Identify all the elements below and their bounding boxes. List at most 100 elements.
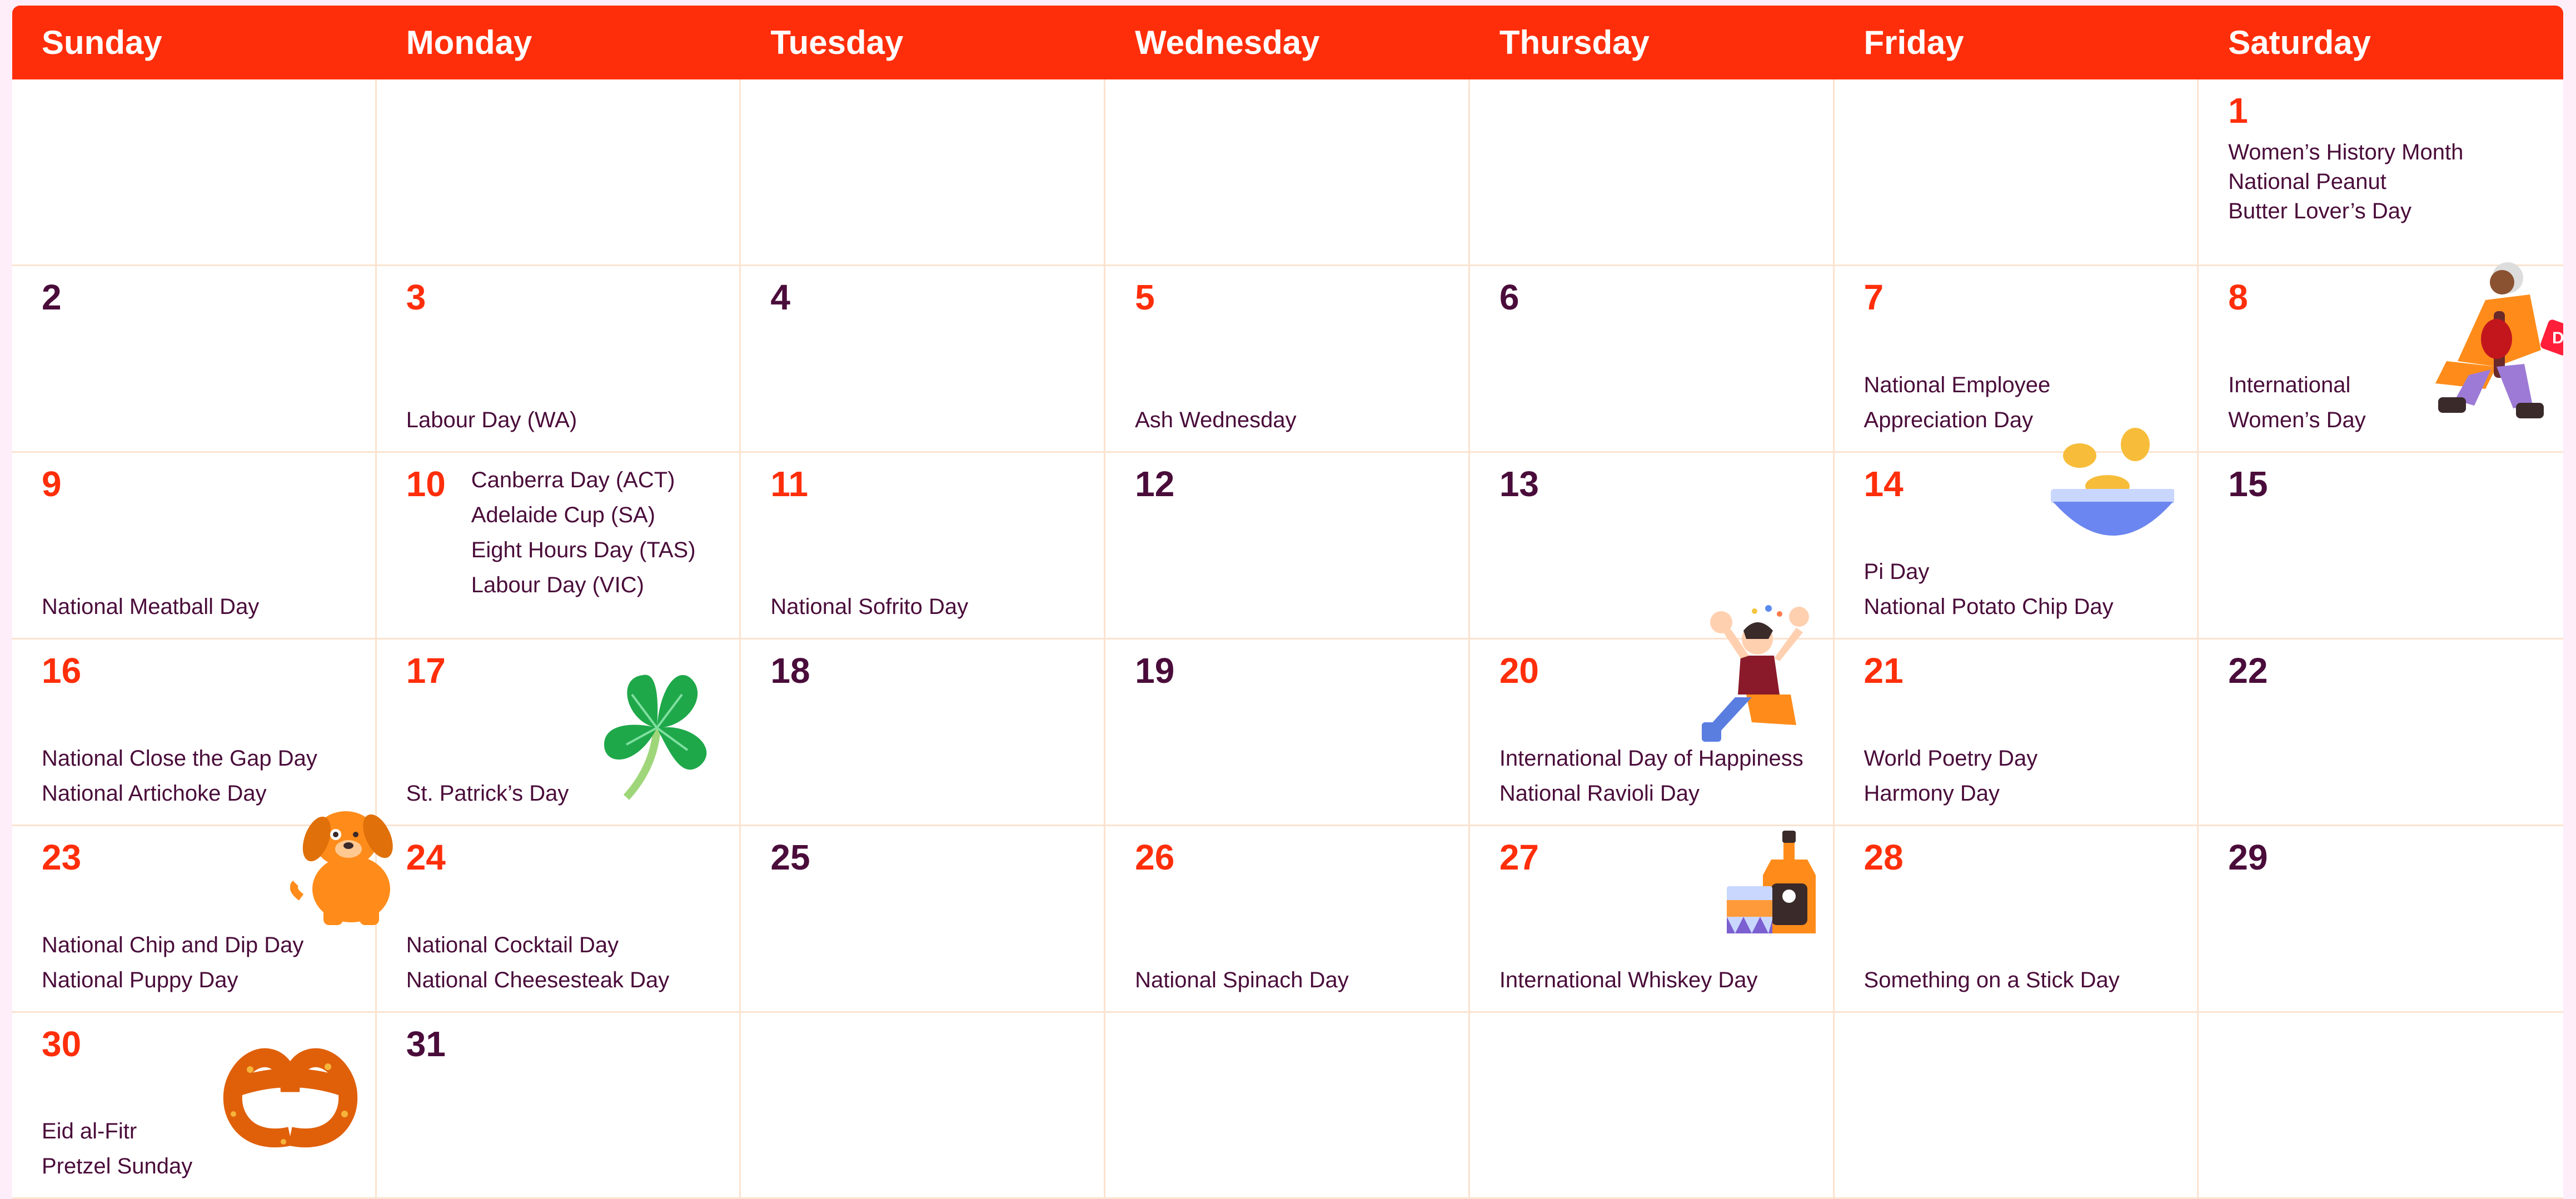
day-number: 29 bbox=[2228, 837, 2268, 877]
day-number: 18 bbox=[770, 651, 810, 691]
pretzel-illustration bbox=[217, 1036, 364, 1158]
event-label: Eight Hours Day (TAS) bbox=[471, 538, 696, 562]
event-label: Butter Lover’s Day bbox=[2228, 199, 2412, 223]
day-cell[interactable]: 26 National Spinach Day bbox=[1105, 826, 1470, 1013]
day-cell[interactable] bbox=[741, 1013, 1106, 1199]
event-label: Ash Wednesday bbox=[1135, 408, 1297, 432]
day-cell[interactable]: 29 bbox=[2199, 826, 2563, 1013]
day-cell[interactable]: 1 Women’s History Month National Peanut But… bbox=[2199, 79, 2563, 266]
puppy-illustration bbox=[290, 806, 404, 925]
day-number: 5 bbox=[1135, 277, 1155, 317]
day-cell[interactable]: 2 bbox=[12, 266, 377, 453]
event-label: Something on a Stick Day bbox=[1864, 968, 2120, 992]
event-list: Canberra Day (ACT) Adelaide Cup (SA) Eight… bbox=[471, 463, 696, 603]
event-list: National Meatball Day bbox=[42, 589, 259, 625]
day-cell[interactable]: 6 bbox=[1469, 266, 1835, 453]
weekday-saturday: Saturday bbox=[2228, 24, 2371, 61]
day-cell[interactable]: 11 National Sofrito Day bbox=[741, 453, 1106, 640]
day-number: 1 bbox=[2228, 91, 2248, 131]
event-list: National Employee Appreciation Day bbox=[1864, 368, 2051, 438]
day-number: 10 bbox=[406, 464, 446, 504]
day-number: 14 bbox=[1864, 464, 1904, 504]
day-cell[interactable] bbox=[1469, 1013, 1835, 1199]
day-cell[interactable]: 24 National Cocktail Day National Cheesest… bbox=[376, 826, 741, 1013]
day-number: 6 bbox=[1499, 277, 1519, 317]
event-label: National Puppy Day bbox=[42, 968, 238, 992]
day-cell[interactable]: 15 bbox=[2199, 453, 2563, 640]
event-list: National Sofrito Day bbox=[770, 589, 968, 625]
weekday-tuesday: Tuesday bbox=[770, 24, 904, 61]
event-list: National Cocktail Day National Cheesestea… bbox=[406, 928, 670, 998]
event-list: Ash Wednesday bbox=[1135, 403, 1297, 438]
event-list: World Poetry Day Harmony Day bbox=[1864, 741, 2038, 811]
event-label: International bbox=[2228, 373, 2351, 397]
day-cell[interactable]: 3 Labour Day (WA) bbox=[376, 266, 741, 453]
weekday-friday: Friday bbox=[1864, 24, 1964, 61]
weekday-monday: Monday bbox=[406, 24, 532, 61]
day-cell[interactable]: 19 bbox=[1105, 640, 1470, 826]
event-label: National Sofrito Day bbox=[770, 594, 969, 619]
day-number: 23 bbox=[42, 837, 82, 877]
event-label: National Close the Gap Day bbox=[42, 746, 317, 771]
day-number: 25 bbox=[770, 837, 810, 877]
day-cell[interactable] bbox=[2199, 1013, 2563, 1199]
day-cell[interactable]: 12 bbox=[1105, 453, 1470, 640]
event-label: Appreciation Day bbox=[1864, 408, 2034, 432]
day-number: 2 bbox=[42, 277, 62, 317]
day-cell[interactable]: 9 National Meatball Day bbox=[12, 453, 377, 640]
potato-chips-bowl-illustration bbox=[2035, 425, 2175, 561]
event-label: National Artichoke Day bbox=[42, 781, 267, 806]
day-cell[interactable]: 18 bbox=[741, 640, 1106, 826]
event-list: National Close the Gap Day National Artic… bbox=[42, 741, 317, 811]
event-label: Pretzel Sunday bbox=[42, 1154, 193, 1178]
event-list: Something on a Stick Day bbox=[1864, 963, 2120, 998]
day-number: 11 bbox=[770, 464, 809, 504]
day-cell[interactable]: 21 World Poetry Day Harmony Day bbox=[1834, 640, 2199, 826]
event-label: National Employee bbox=[1864, 373, 2051, 397]
day-number: 15 bbox=[2228, 464, 2268, 504]
event-list: National Spinach Day bbox=[1135, 963, 1349, 998]
day-cell[interactable] bbox=[376, 79, 741, 266]
day-cell[interactable] bbox=[1469, 79, 1835, 266]
day-number: 17 bbox=[406, 651, 446, 691]
day-cell[interactable] bbox=[1834, 79, 2199, 266]
event-label: National Chip and Dip Day bbox=[42, 933, 304, 957]
event-list: International Day of Happiness National R… bbox=[1499, 741, 1803, 811]
day-number: 16 bbox=[42, 651, 82, 691]
event-label: Adelaide Cup (SA) bbox=[471, 503, 655, 527]
day-number: 22 bbox=[2228, 651, 2268, 691]
day-cell[interactable] bbox=[12, 79, 377, 266]
svg-text:D: D bbox=[2552, 329, 2563, 347]
day-number: 24 bbox=[406, 837, 446, 877]
day-number: 9 bbox=[42, 464, 62, 504]
event-label: National Ravioli Day bbox=[1499, 781, 1700, 806]
event-label: Labour Day (WA) bbox=[406, 408, 577, 432]
day-cell[interactable]: 4 bbox=[741, 266, 1106, 453]
march-calendar: Sunday Monday Tuesday Wednesday Thursday… bbox=[12, 6, 2563, 1199]
event-label: National Spinach Day bbox=[1135, 968, 1349, 992]
day-cell[interactable]: 16 National Close the Gap Day National Art… bbox=[12, 640, 377, 826]
day-cell[interactable] bbox=[1105, 1013, 1470, 1199]
day-number: 3 bbox=[406, 277, 426, 317]
day-cell[interactable] bbox=[741, 79, 1106, 266]
day-cell[interactable]: 22 bbox=[2199, 640, 2563, 826]
event-list: St. Patrick’s Day bbox=[406, 776, 569, 811]
weekday-sunday: Sunday bbox=[42, 24, 162, 61]
day-cell[interactable] bbox=[1834, 1013, 2199, 1199]
day-number: 8 bbox=[2228, 277, 2248, 317]
event-label: National Cheesesteak Day bbox=[406, 968, 670, 992]
day-cell[interactable]: 10 Canberra Day (ACT) Adelaide Cup (SA) Eig… bbox=[376, 453, 741, 640]
day-cell[interactable]: 28 Something on a Stick Day bbox=[1834, 826, 2199, 1013]
day-cell[interactable]: 5 Ash Wednesday bbox=[1105, 266, 1470, 453]
day-cell[interactable]: 25 bbox=[741, 826, 1106, 1013]
event-label: Women’s History Month bbox=[2228, 140, 2464, 164]
event-label: St. Patrick’s Day bbox=[406, 781, 569, 806]
day-number: 20 bbox=[1499, 651, 1539, 691]
day-cell[interactable] bbox=[1105, 79, 1470, 266]
event-label: Canberra Day (ACT) bbox=[471, 468, 675, 492]
day-cell[interactable]: 31 bbox=[376, 1013, 741, 1199]
day-number: 27 bbox=[1499, 837, 1539, 877]
day-number: 19 bbox=[1135, 651, 1175, 691]
whiskey-bottle-illustration bbox=[1727, 831, 1824, 933]
event-label: Harmony Day bbox=[1864, 781, 2000, 806]
